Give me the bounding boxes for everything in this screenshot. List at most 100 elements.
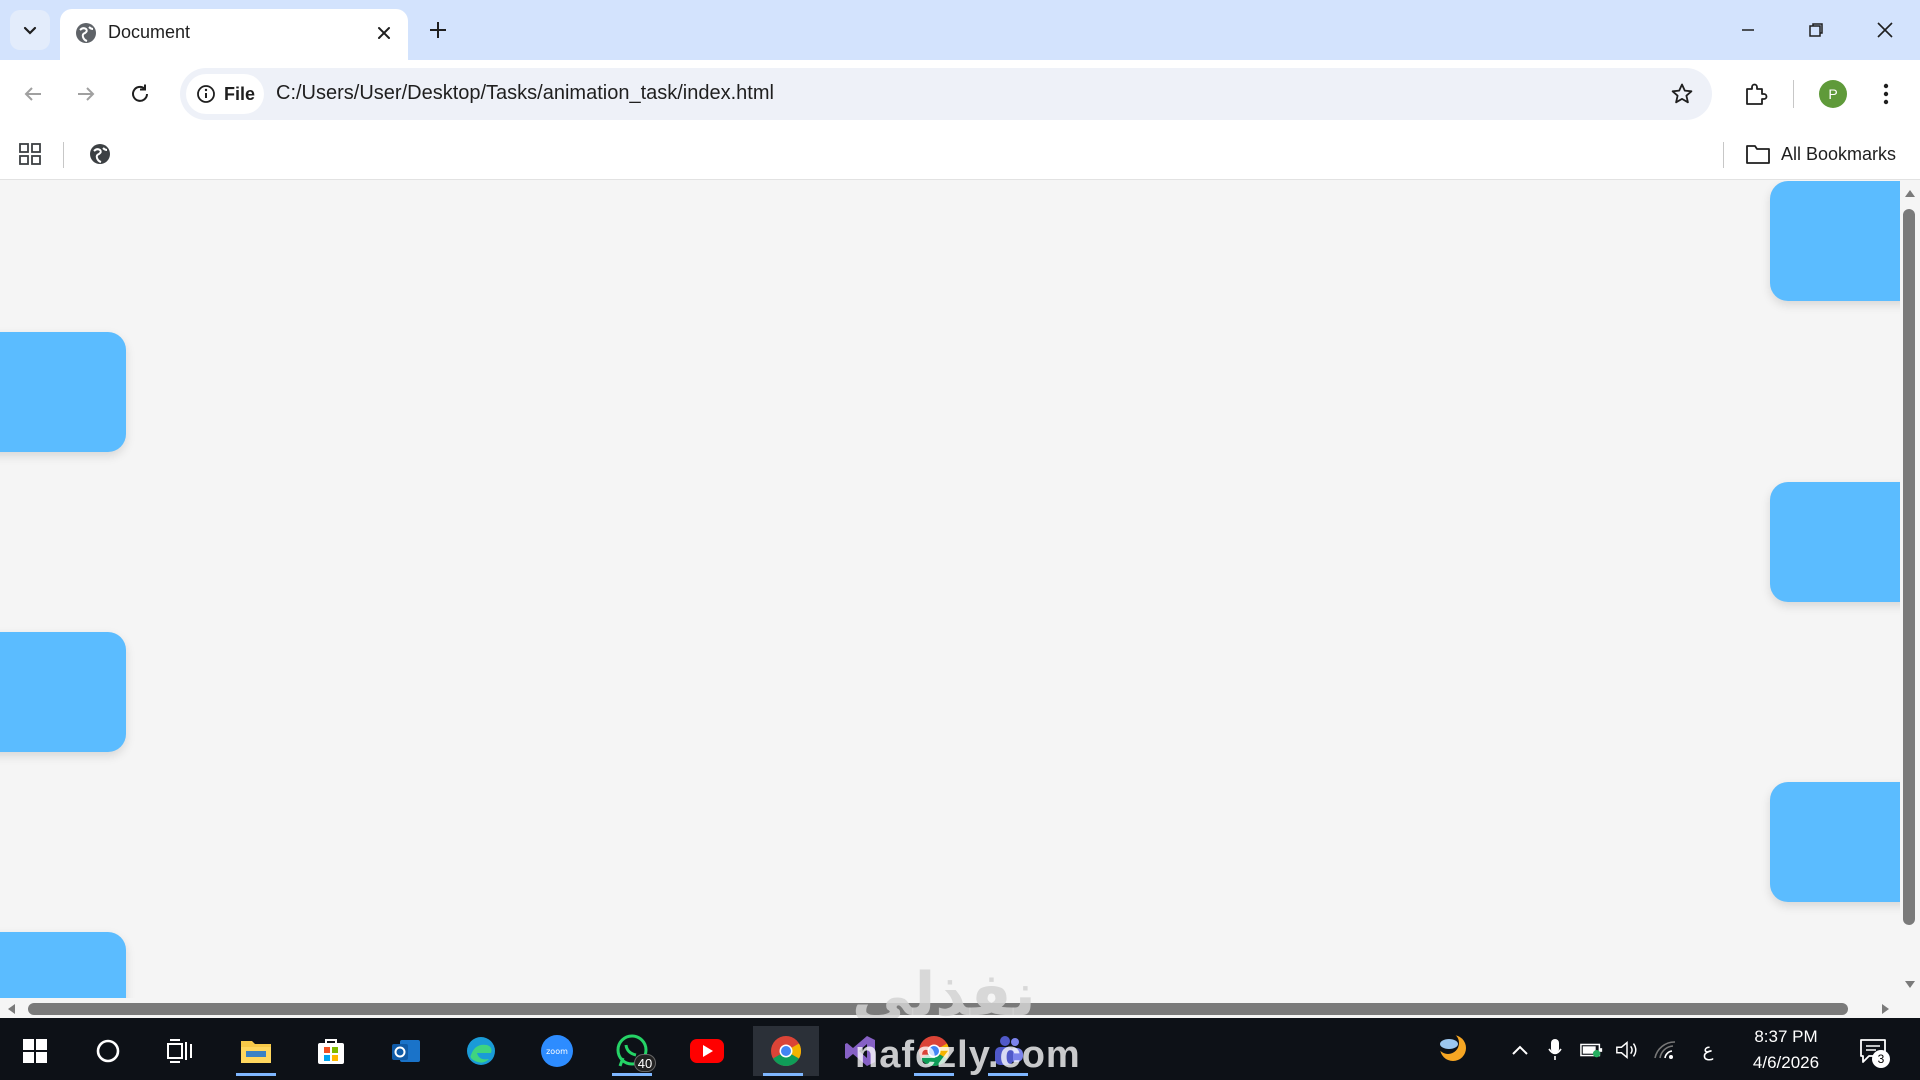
chrome-button[interactable]: [753, 1026, 819, 1076]
wifi-icon: [1654, 1041, 1676, 1059]
site-info-label: File: [224, 83, 256, 104]
whatsapp-button[interactable]: 40: [602, 1026, 662, 1076]
tab-title: Document: [108, 22, 191, 42]
close-icon: [1877, 22, 1893, 38]
network-button[interactable]: [1653, 1038, 1677, 1062]
browser-menu-button[interactable]: [1868, 74, 1904, 114]
minimize-button[interactable]: [1720, 8, 1776, 52]
address-bar[interactable]: File C:/Users/User/Desktop/Tasks/animati…: [180, 68, 1712, 120]
weather-widget[interactable]: [1437, 1032, 1469, 1064]
edge-icon: [467, 1037, 495, 1065]
zoom-button[interactable]: zoom: [527, 1026, 587, 1076]
caret-right-icon: [1882, 1004, 1889, 1014]
microsoft-store-icon: [318, 1039, 344, 1064]
info-icon: [197, 85, 215, 103]
vertical-scroll-thumb[interactable]: [1903, 209, 1915, 925]
close-icon: [378, 27, 390, 39]
watermark-latin: nafezly.com: [855, 1034, 1081, 1076]
profile-avatar[interactable]: P: [1819, 80, 1847, 108]
folder-icon: [1746, 145, 1770, 164]
animated-box: [0, 332, 126, 452]
extensions-button[interactable]: [1736, 74, 1776, 114]
animated-box: [0, 932, 126, 998]
weather-moon-icon: [1437, 1032, 1466, 1061]
title-bar: Document: [0, 0, 1920, 60]
url-text[interactable]: C:/Users/User/Desktop/Tasks/animation_ta…: [276, 82, 774, 105]
puzzle-icon: [1746, 83, 1768, 105]
restore-icon: [1809, 23, 1823, 37]
volume-button[interactable]: [1615, 1038, 1639, 1062]
microphone-button[interactable]: [1543, 1038, 1567, 1062]
tab-close-button[interactable]: [368, 17, 400, 49]
globe-icon: [90, 144, 110, 164]
all-bookmarks-label: All Bookmarks: [1781, 143, 1897, 164]
animated-box: [1770, 181, 1900, 301]
chevron-down-icon: [23, 26, 37, 35]
bookmarks-divider-right: [1723, 142, 1724, 168]
caret-up-icon: [1905, 190, 1915, 197]
task-view-button[interactable]: [150, 1026, 210, 1076]
bookmarks-bar: All Bookmarks: [0, 130, 1920, 180]
globe-icon: [76, 23, 96, 43]
forward-button[interactable]: [66, 74, 106, 114]
back-button[interactable]: [13, 74, 53, 114]
chevron-up-icon: [1512, 1045, 1528, 1055]
microsoft-store-button[interactable]: [301, 1026, 361, 1076]
notification-center-button[interactable]: 3: [1856, 1034, 1890, 1068]
task-view-icon: [167, 1039, 192, 1063]
battery-button[interactable]: [1580, 1038, 1604, 1062]
clock-date: 4/6/2026: [1752, 1053, 1820, 1072]
chrome-icon: [771, 1036, 802, 1067]
scroll-up-arrow[interactable]: [1903, 186, 1917, 200]
browser-toolbar: File C:/Users/User/Desktop/Tasks/animati…: [0, 60, 1920, 130]
minimize-icon: [1742, 29, 1754, 31]
apps-button[interactable]: [16, 140, 44, 168]
clock-time: 8:37 PM: [1754, 1027, 1818, 1046]
site-info-chip[interactable]: File: [186, 74, 264, 114]
microphone-icon: [1548, 1039, 1562, 1060]
bookmarks-divider: [63, 142, 64, 168]
system-clock[interactable]: 8:37 PM 4/6/2026: [1740, 1024, 1832, 1076]
whatsapp-badge: 40: [634, 1054, 656, 1072]
youtube-button[interactable]: [677, 1026, 737, 1076]
show-hidden-icons-button[interactable]: [1508, 1038, 1532, 1062]
bookmark-star-button[interactable]: [1668, 80, 1696, 108]
caret-left-icon: [8, 1004, 15, 1014]
battery-charging-icon: [1580, 1043, 1603, 1058]
search-button[interactable]: [78, 1026, 138, 1076]
file-explorer-button[interactable]: [226, 1026, 286, 1076]
reload-icon: [132, 84, 148, 102]
apps-grid-icon: [19, 143, 41, 165]
tab-document[interactable]: Document: [60, 9, 408, 60]
zoom-label: zoom: [546, 1047, 568, 1056]
search-icon: [96, 1039, 120, 1063]
animated-box: [1770, 482, 1900, 602]
scroll-right-arrow[interactable]: [1879, 1002, 1893, 1016]
arrow-left-icon: [24, 87, 41, 101]
speaker-icon: [1616, 1041, 1637, 1059]
animated-box: [1770, 782, 1900, 902]
start-button[interactable]: [5, 1026, 65, 1076]
scroll-left-arrow[interactable]: [4, 1002, 18, 1016]
outlook-button[interactable]: [376, 1026, 436, 1076]
arrow-right-icon: [78, 87, 95, 101]
caret-down-icon: [1905, 981, 1915, 988]
page-viewport: [0, 181, 1900, 998]
edge-button[interactable]: [451, 1026, 511, 1076]
animated-box: [0, 632, 126, 752]
new-tab-button[interactable]: [420, 12, 456, 48]
all-bookmarks-button[interactable]: All Bookmarks: [1745, 139, 1896, 169]
toolbar-divider: [1793, 80, 1794, 108]
reload-button[interactable]: [120, 74, 160, 114]
scroll-down-arrow[interactable]: [1903, 978, 1917, 992]
bookmark-globe[interactable]: [86, 140, 114, 168]
close-window-button[interactable]: [1857, 8, 1913, 52]
star-icon: [1671, 83, 1693, 104]
input-language-indicator[interactable]: ع: [1696, 1038, 1720, 1062]
restore-button[interactable]: [1788, 8, 1844, 52]
tab-search-button[interactable]: [10, 10, 50, 50]
outlook-icon: [392, 1040, 420, 1062]
notification-count: 3: [1872, 1050, 1890, 1068]
file-explorer-icon: [241, 1041, 271, 1063]
zoom-icon: zoom: [541, 1035, 573, 1067]
